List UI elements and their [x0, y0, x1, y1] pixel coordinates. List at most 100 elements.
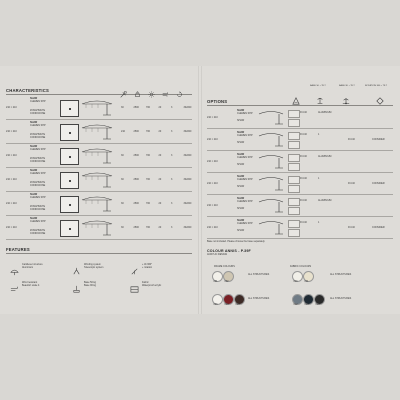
row-value: 700	[146, 154, 150, 157]
umbrella-option-view	[257, 132, 285, 153]
opt-value-1: R.C40	[300, 111, 307, 114]
options-rule	[207, 105, 393, 106]
row-value: 3	[171, 226, 173, 229]
row-code-b: CONDICIONE	[30, 208, 46, 211]
opt-row-code: SHAW	[237, 207, 245, 210]
texture-icon	[292, 92, 300, 110]
opt-value-4: CONSIDER	[372, 182, 385, 185]
wind-icon	[10, 281, 19, 299]
opt-row-model-b: CLEMEN SHP	[237, 156, 253, 159]
row-model-b: CLEMEN SHP	[30, 124, 46, 127]
swatch-code: 001	[213, 280, 218, 283]
opt-cell	[288, 154, 300, 162]
row-value: 30	[121, 178, 124, 181]
fabric-icon	[130, 281, 139, 299]
opt-row-model-b: CLEMEN SHP	[237, 200, 253, 203]
opt-row-size: 210 × 210	[207, 138, 218, 141]
row-value: 20	[158, 202, 162, 205]
row-value: 30x840	[183, 130, 192, 133]
rotation-tilt-icon	[376, 92, 384, 110]
umbrella-pole-dot	[68, 131, 71, 134]
opt-row-code: SHAW	[237, 163, 245, 166]
row-value: 30x840	[183, 202, 192, 205]
umbrella-icon	[10, 263, 19, 281]
swatch-code: 010	[293, 280, 298, 283]
row-value: 30x840	[183, 226, 192, 229]
sun-icon	[148, 85, 155, 103]
row-code-b: CONDICIONE	[30, 184, 46, 187]
opt-value-2: ALUMINIUM	[318, 155, 332, 158]
umbrella-side-view	[80, 195, 114, 218]
all-structures-label-1: ALL STRUCTURES	[248, 273, 270, 276]
opt-cell	[288, 185, 300, 193]
opt-cell	[288, 220, 300, 228]
row-value: 3	[171, 106, 173, 109]
opt-cell	[288, 176, 300, 184]
feature-line2: Base 90 kg	[84, 284, 96, 287]
swatch-code: 005	[235, 303, 240, 306]
col-head-3: ROTATION 360 + TILT	[365, 85, 388, 87]
row-value: 3	[171, 154, 173, 157]
opt-value-3: R.C40	[348, 182, 355, 185]
features-title: FEATURES	[6, 247, 30, 252]
fabric-colours-label: FABRIC COLOURS	[290, 265, 312, 268]
options-note: Base not included. Please choose the bas…	[207, 240, 266, 243]
characteristics-title: CHARACTERISTICS	[6, 88, 50, 93]
opt-value-2: ALUMINIUM	[318, 111, 332, 114]
row-value: 2500	[133, 178, 139, 181]
umbrella-option-view	[257, 198, 285, 219]
umbrella-pole-dot	[68, 227, 71, 230]
opt-row-size: 210 × 210	[207, 182, 218, 185]
feature-line2: Waterproof acrylic	[142, 284, 162, 287]
row-value: 30	[121, 154, 124, 157]
feature-line2: Telescopic system	[84, 266, 104, 269]
umbrella-side-view	[80, 219, 114, 242]
opt-cell	[288, 132, 300, 140]
hand-crank-icon	[72, 263, 81, 281]
row-model-b: CLEMEN SHP	[30, 148, 46, 151]
swatch-code: 011	[304, 280, 309, 283]
umbrella-top-view	[60, 196, 79, 213]
tools-icon	[120, 85, 127, 103]
opt-value-1: R.C40	[300, 177, 307, 180]
row-value: 2500	[133, 154, 139, 157]
wind-header-icon	[162, 85, 169, 103]
opt-value-4: CONSIDER	[372, 226, 385, 229]
frame-colours-label: FRAME COLOURS	[214, 265, 235, 268]
umbrella-side-view	[80, 123, 114, 146]
opt-row-size: 210 × 210	[207, 226, 218, 229]
row-value: 700	[146, 202, 150, 205]
umbrella-option-view	[257, 176, 285, 197]
swatch-code: 014	[315, 303, 320, 306]
row-value: 30x840	[183, 178, 192, 181]
umbrella-top-view	[60, 124, 79, 141]
base90-icon	[342, 92, 350, 110]
row-code-b: CONDICIONE	[30, 160, 46, 163]
opt-value-2: 1	[318, 133, 320, 136]
row-value: 30	[121, 226, 124, 229]
opt-value-2: 1	[318, 177, 320, 180]
tilt-icon	[130, 263, 139, 281]
row-value: 3	[171, 202, 173, 205]
row-value: 20	[158, 154, 162, 157]
opt-row-size: 210 × 210	[207, 160, 218, 163]
swatch-code: 013	[304, 303, 309, 306]
opt-cell	[288, 119, 300, 127]
swatch-code: 012	[293, 303, 298, 306]
row-size: 210 × 210	[6, 154, 17, 157]
opt-value-2: ALUMINIUM	[318, 199, 332, 202]
row-size: 210 × 210	[6, 106, 17, 109]
umbrella-top-view	[60, 148, 79, 165]
opt-value-4: CONSIDER	[372, 138, 385, 141]
row-model-b: CLEMEN SHP	[30, 196, 46, 199]
row-value: 30x840	[183, 106, 192, 109]
opt-value-1: R.C40	[300, 155, 307, 158]
row-value: 3	[171, 130, 173, 133]
row-value: 2500	[133, 202, 139, 205]
opt-row-model-b: CLEMEN SHP	[237, 112, 253, 115]
row-value: 700	[146, 130, 150, 133]
swatch-code: 003	[213, 303, 218, 306]
umbrella-side-view	[80, 147, 114, 170]
opt-row-code: SHAW	[237, 141, 245, 144]
opt-value-2: 1	[318, 221, 320, 224]
